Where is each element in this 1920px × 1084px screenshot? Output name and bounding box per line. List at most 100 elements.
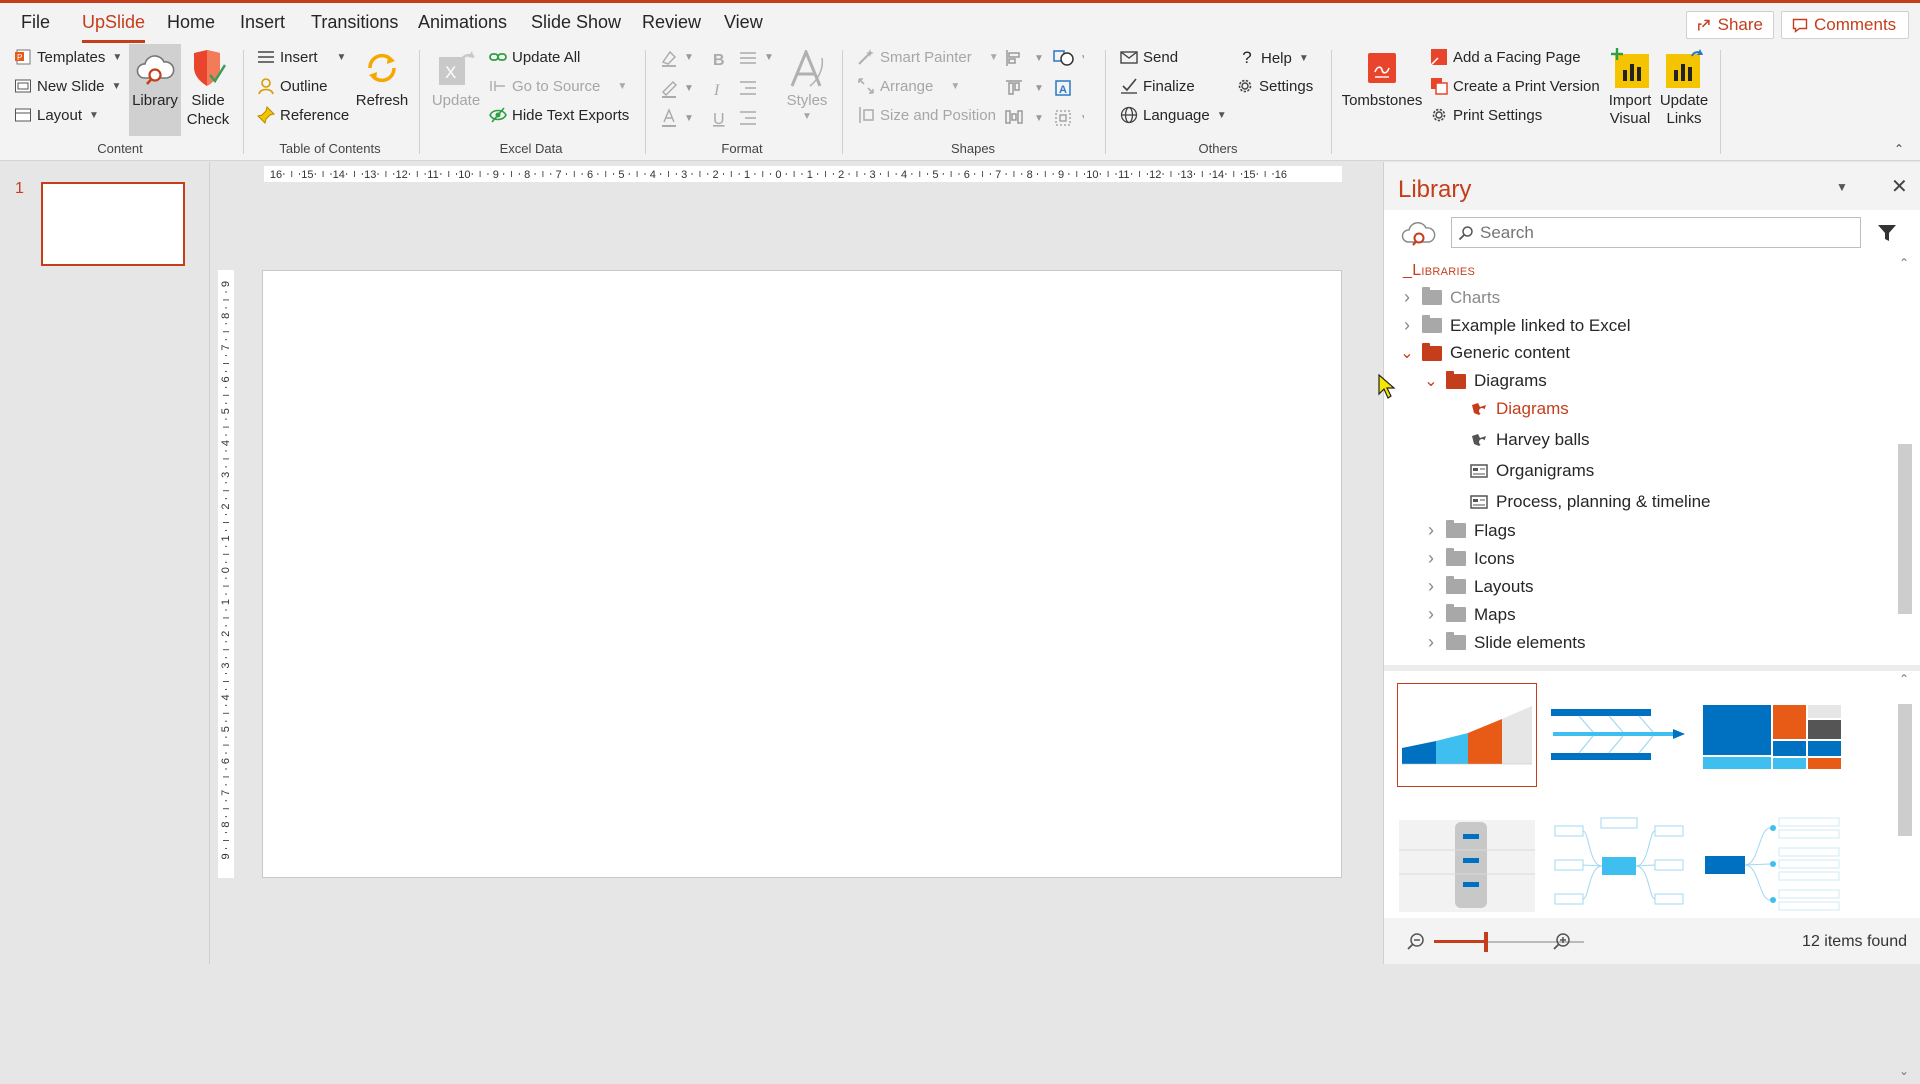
menu-review[interactable]: Review bbox=[642, 12, 701, 33]
ruler-tick-label: 2 bbox=[220, 631, 232, 637]
import-visual-button[interactable]: Import Visual bbox=[1602, 46, 1658, 134]
cloud-search-icon[interactable] bbox=[1401, 220, 1437, 248]
library-thumbnail[interactable] bbox=[1549, 814, 1689, 918]
library-thumbnail[interactable] bbox=[1397, 814, 1537, 918]
menu-upslide[interactable]: UpSlide bbox=[82, 12, 146, 43]
zoom-in-icon[interactable] bbox=[1552, 932, 1572, 952]
thumbnail-scrollbar[interactable]: ⌃ ⌄ bbox=[1893, 672, 1917, 1084]
outline-button[interactable]: Outline bbox=[257, 77, 328, 95]
library-search-box[interactable] bbox=[1451, 217, 1861, 248]
smart-painter-button: Smart Painter ▼ bbox=[857, 48, 999, 66]
ruler-tick-label: 2 bbox=[713, 169, 719, 181]
tree-folder[interactable]: › Slide elements bbox=[1424, 632, 1586, 653]
question-icon: ? bbox=[1242, 48, 1252, 67]
share-button[interactable]: Share bbox=[1686, 11, 1774, 39]
chevron-right-icon[interactable]: › bbox=[1424, 520, 1438, 541]
chevron-right-icon[interactable]: › bbox=[1424, 576, 1438, 597]
tree-item[interactable]: Harvey balls bbox=[1448, 430, 1590, 450]
ruler-tick-label: 1 bbox=[744, 169, 750, 181]
tree-item[interactable]: Process, planning & timeline bbox=[1448, 492, 1711, 512]
menu-home[interactable]: Home bbox=[167, 12, 215, 33]
group-label-toc: Table of Contents bbox=[279, 141, 381, 156]
scroll-down-icon[interactable]: ⌄ bbox=[1899, 1064, 1909, 1078]
chevron-down-icon[interactable]: ⌄ bbox=[1400, 343, 1414, 363]
update-links-button[interactable]: Update Links bbox=[1656, 46, 1712, 134]
menu-animations[interactable]: Animations bbox=[418, 12, 507, 33]
finalize-button[interactable]: Finalize bbox=[1120, 77, 1195, 95]
send-button[interactable]: Send bbox=[1120, 48, 1178, 66]
tree-folder[interactable]: › Example linked to Excel bbox=[1400, 315, 1630, 336]
excel-update-icon: X bbox=[439, 51, 475, 85]
tree-item[interactable]: Organigrams bbox=[1448, 461, 1594, 481]
vertical-ruler: 9 8 7 6 5 4 3 2 1 0 1 2 3 4 5 6 7 8 9 bbox=[218, 270, 234, 878]
library-search-input[interactable] bbox=[1478, 220, 1856, 245]
tree-folder[interactable]: › Icons bbox=[1424, 548, 1515, 569]
templates-button[interactable]: P Templates ▼ bbox=[14, 48, 122, 66]
slide-check-button[interactable]: Slide Check bbox=[184, 44, 232, 136]
scroll-up-icon[interactable]: ⌃ bbox=[1899, 256, 1909, 270]
ruler-tick-label: 13 bbox=[1181, 169, 1193, 181]
help-button[interactable]: ? Help ▼ bbox=[1238, 48, 1309, 68]
menu-slide-show[interactable]: Slide Show bbox=[531, 12, 621, 33]
tree-scroll-thumb[interactable] bbox=[1898, 444, 1912, 614]
zoom-slider-thumb[interactable] bbox=[1484, 932, 1488, 952]
thumbnail-scroll-thumb[interactable] bbox=[1898, 704, 1912, 836]
tree-item[interactable]: Diagrams bbox=[1448, 399, 1569, 419]
update-all-button[interactable]: Update All bbox=[489, 48, 580, 66]
scroll-up-icon[interactable]: ⌃ bbox=[1899, 672, 1909, 686]
slide-thumbnail[interactable] bbox=[41, 182, 185, 266]
new-slide-button[interactable]: New Slide ▼ bbox=[14, 77, 121, 95]
toc-insert-button[interactable]: Insert ▼ bbox=[257, 48, 346, 66]
settings-button[interactable]: Settings bbox=[1236, 77, 1313, 95]
layout-button[interactable]: Layout ▼ bbox=[14, 106, 99, 124]
group-label-shapes: Shapes bbox=[950, 141, 996, 156]
close-icon[interactable]: ✕ bbox=[1891, 174, 1908, 199]
create-print-version-button[interactable]: Create a Print Version bbox=[1430, 77, 1600, 95]
chevron-down-icon[interactable]: ⌄ bbox=[1424, 371, 1438, 391]
hide-text-exports-button[interactable]: Hide Text Exports bbox=[489, 106, 629, 124]
zoom-out-icon[interactable] bbox=[1406, 932, 1426, 952]
tree-folder[interactable]: ⌄ Diagrams bbox=[1424, 370, 1547, 391]
ruler-tick-label: 15 bbox=[301, 169, 313, 181]
reference-button[interactable]: Reference bbox=[257, 106, 349, 124]
chevron-right-icon[interactable]: › bbox=[1424, 548, 1438, 569]
svg-text:P: P bbox=[17, 53, 22, 62]
update-links-label-2: Links bbox=[1666, 110, 1702, 127]
refresh-button[interactable]: Refresh bbox=[355, 46, 409, 134]
folder-icon bbox=[1446, 520, 1466, 538]
svg-text:▼: ▼ bbox=[1034, 53, 1044, 64]
language-button[interactable]: Language ▼ bbox=[1120, 106, 1227, 124]
print-settings-button[interactable]: Print Settings bbox=[1430, 106, 1542, 124]
library-button[interactable]: Library bbox=[129, 44, 181, 136]
pane-options-icon[interactable]: ▼ bbox=[1836, 180, 1848, 194]
import-visual-label-2: Visual bbox=[1609, 110, 1651, 127]
library-thumbnail[interactable] bbox=[1549, 683, 1689, 787]
menu-insert[interactable]: Insert bbox=[240, 12, 285, 33]
chevron-right-icon[interactable]: › bbox=[1400, 315, 1414, 336]
library-thumbnail[interactable] bbox=[1701, 683, 1841, 787]
add-facing-page-button[interactable]: Add a Facing Page bbox=[1430, 48, 1581, 66]
tombstones-button[interactable]: Tombstones bbox=[1339, 48, 1425, 128]
menu-view[interactable]: View bbox=[724, 12, 763, 33]
chevron-right-icon[interactable]: › bbox=[1400, 287, 1414, 308]
chevron-right-icon[interactable]: › bbox=[1424, 632, 1438, 653]
slide-canvas[interactable] bbox=[262, 270, 1342, 878]
tree-folder[interactable]: › Maps bbox=[1424, 604, 1516, 625]
library-thumbnail[interactable] bbox=[1701, 814, 1841, 918]
svg-text:X: X bbox=[445, 63, 456, 82]
svg-text:▼: ▼ bbox=[1034, 113, 1044, 124]
filter-icon[interactable] bbox=[1876, 222, 1898, 244]
menu-transitions[interactable]: Transitions bbox=[311, 12, 398, 33]
chevron-right-icon[interactable]: › bbox=[1424, 604, 1438, 625]
tree-folder[interactable]: › Flags bbox=[1424, 520, 1516, 541]
tree-folder[interactable]: › Layouts bbox=[1424, 576, 1534, 597]
pane-splitter[interactable] bbox=[1384, 665, 1920, 671]
library-thumbnail[interactable] bbox=[1397, 683, 1537, 787]
collapse-ribbon-icon[interactable]: ⌃ bbox=[1894, 142, 1904, 156]
ruler-tick-label: 4 bbox=[901, 169, 907, 181]
ruler-tick-label: 6 bbox=[220, 376, 232, 382]
tree-folder[interactable]: ⌄ Generic content bbox=[1400, 342, 1570, 363]
tree-folder[interactable]: › Charts bbox=[1400, 287, 1500, 308]
menu-file[interactable]: File bbox=[21, 12, 50, 33]
comments-button[interactable]: Comments bbox=[1781, 11, 1909, 39]
